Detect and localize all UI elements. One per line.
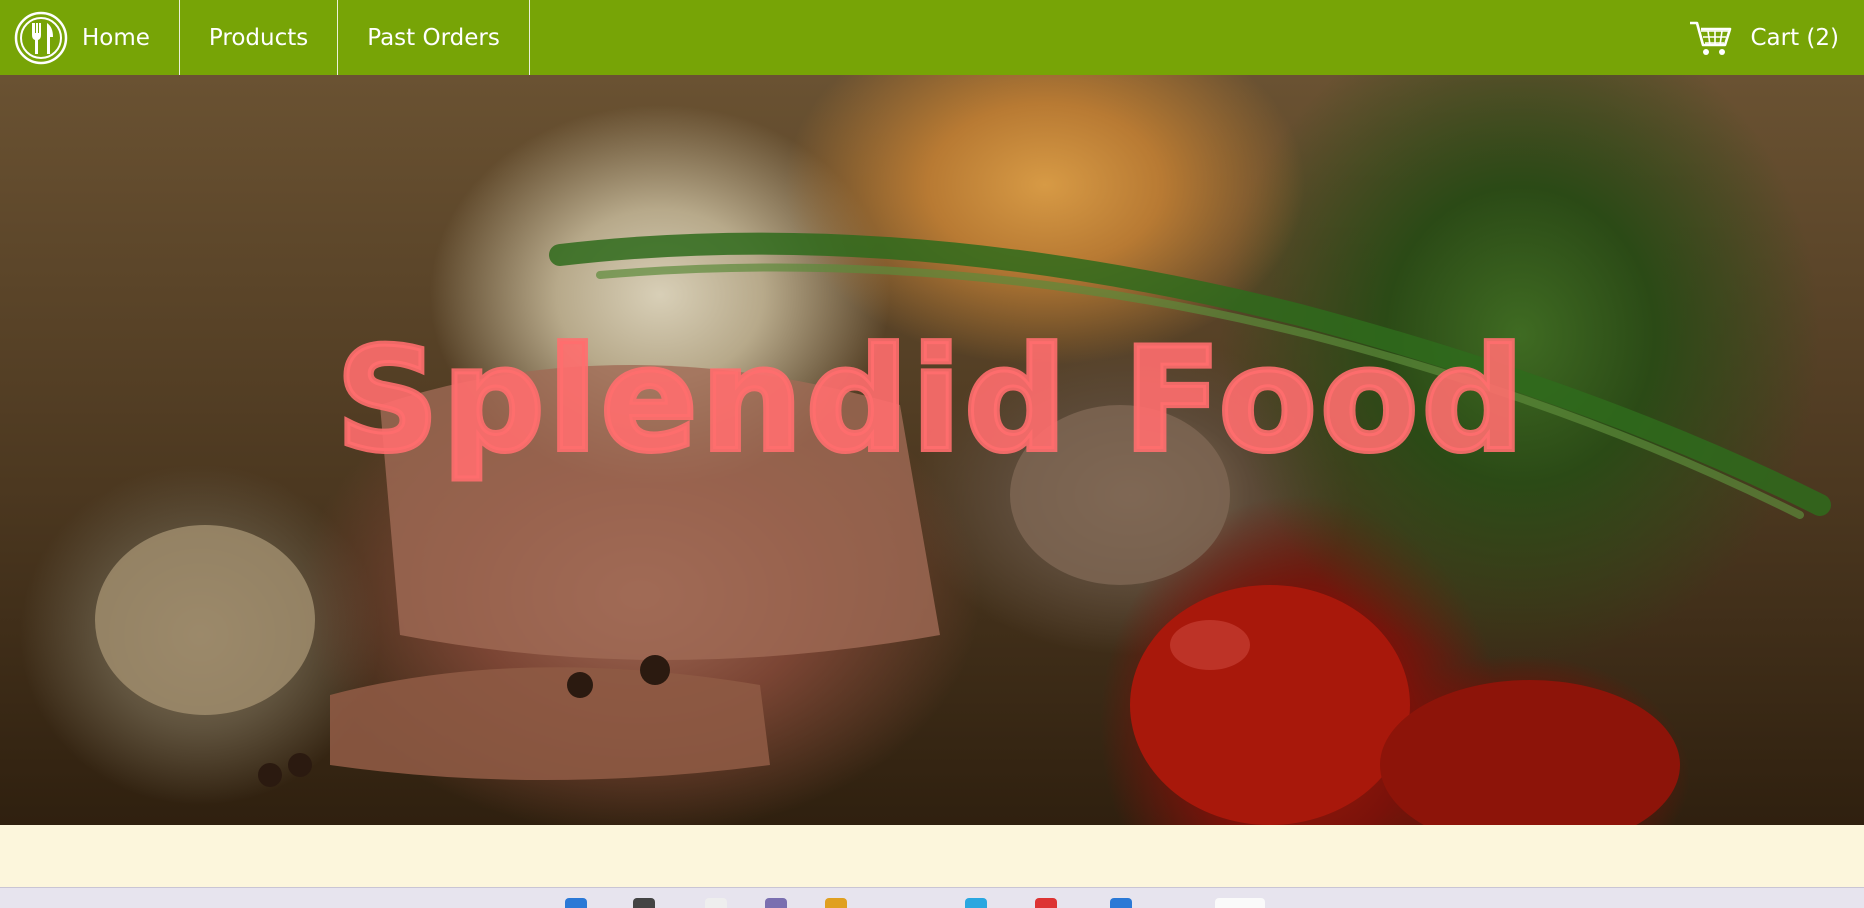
content-area [0, 825, 1864, 887]
nav-products-link[interactable]: Products [180, 0, 339, 75]
nav-left-group: Home Products Past Orders [0, 0, 530, 75]
nav-home-link[interactable]: Home [82, 0, 180, 75]
garlic-bulb [95, 525, 315, 715]
cart-label: Cart (2) [1750, 24, 1839, 51]
os-taskbar [0, 887, 1864, 908]
nav-past-orders-link[interactable]: Past Orders [338, 0, 530, 75]
shopping-cart-icon [1690, 21, 1732, 55]
peppercorn [567, 672, 593, 698]
cart-link[interactable]: Cart (2) [1688, 0, 1864, 75]
tomato-half [1380, 680, 1680, 825]
nav-past-orders-label: Past Orders [367, 24, 500, 51]
top-navbar: Home Products Past Orders Cart (2) [0, 0, 1864, 75]
fork-knife-plate-icon[interactable] [14, 11, 68, 65]
nav-home-label: Home [82, 24, 150, 51]
peppercorn [258, 763, 282, 787]
hero-banner: Splendid Food [0, 75, 1864, 825]
peppercorn [640, 655, 670, 685]
tomato-whole [1130, 585, 1410, 825]
ham-slice [330, 667, 770, 780]
tomato-highlight [1170, 620, 1250, 670]
hero-title: Splendid Food [333, 318, 1528, 483]
peppercorn [288, 753, 312, 777]
nav-products-label: Products [208, 24, 309, 51]
